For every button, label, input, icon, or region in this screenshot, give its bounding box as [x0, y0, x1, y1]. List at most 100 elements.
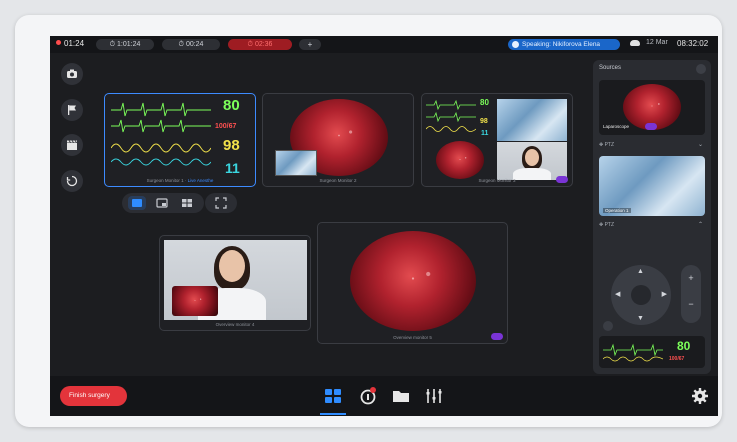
tile-1-label-text: Surgeon Monitor 1: [146, 178, 184, 183]
settings-gear-icon[interactable]: [690, 386, 710, 406]
ptz-row-1[interactable]: ✥ PTZ: [599, 142, 614, 148]
timer-2-value: 00:24: [185, 41, 204, 48]
clock: 08:32:02: [677, 39, 709, 48]
hr-value: 80: [223, 97, 240, 114]
tile3-hr: 80: [480, 98, 489, 107]
speaking-badge: Speaking: Nikiforova Elena: [508, 39, 620, 50]
tile-surgeon-monitor-1[interactable]: 80 100/67 98 11 Surgeon Monitor 1 · Live…: [104, 93, 256, 187]
chevron-up-icon[interactable]: ⌃: [698, 221, 703, 228]
source-laparoscope[interactable]: Laparoscope: [599, 80, 705, 135]
fullscreen-button[interactable]: [205, 193, 237, 213]
ptz-label-1: PTZ: [604, 142, 615, 148]
source-or-camera[interactable]: Operation 1: [599, 156, 705, 216]
tile3-resp: 11: [481, 130, 489, 137]
layout-pip-icon: [156, 198, 168, 208]
tile3-or-view: [497, 99, 567, 141]
large-scope-view: [350, 231, 476, 331]
tile-3-label: Surgeon Monitor 3: [478, 178, 516, 183]
replay-tool-button[interactable]: [61, 170, 83, 192]
ptz-dpad[interactable]: ▲ ▼ ◀ ▶: [611, 265, 671, 325]
sources-add-icon[interactable]: [358, 386, 378, 406]
timer-3[interactable]: ⏱ 02:36: [228, 39, 292, 50]
sources-panel: Sources Laparoscope ✥ PTZ ⌄ Operation 1 …: [593, 60, 711, 374]
arrow-left-icon[interactable]: ◀: [615, 290, 620, 298]
flag-tool-button[interactable]: [61, 99, 83, 121]
arrow-down-icon[interactable]: ▼: [637, 315, 644, 322]
or-camera-pip: [275, 150, 317, 176]
arrow-right-icon[interactable]: ▶: [662, 290, 667, 298]
tile-3-tag: [556, 176, 568, 183]
layout-single-button[interactable]: [128, 196, 146, 210]
source-bp: 100/67: [669, 356, 685, 362]
zoom-control[interactable]: + −: [681, 265, 701, 323]
clapperboard-icon: [67, 140, 77, 150]
source-camera-label: Operation 1: [603, 208, 631, 213]
surgery-screen: 01:24 ⏱ 1:01:24 ⏱ 00:24 ⏱ 02:36 + Speaki…: [50, 36, 718, 416]
timer-2[interactable]: ⏱ 00:24: [162, 39, 220, 50]
recording-time: 01:24: [64, 39, 85, 48]
layout-single-icon: [132, 199, 142, 207]
layout-grid-icon: [182, 199, 192, 207]
zoom-out-icon[interactable]: −: [681, 297, 701, 311]
bottom-bar: Finish surgery: [50, 376, 718, 416]
date: 12 Mar: [646, 39, 668, 46]
bp-value: 100/67: [215, 123, 237, 130]
tile-1-extra: Live Anesthe: [187, 178, 214, 183]
ptz-center-button[interactable]: [631, 285, 651, 305]
tile-2-label: Surgeon Monitor 2: [319, 178, 357, 183]
layout-pip-button[interactable]: [153, 196, 171, 210]
grid-view-icon[interactable]: [323, 386, 343, 406]
mini-waveforms: [426, 99, 476, 132]
home-icon[interactable]: [603, 321, 613, 331]
mic-icon: [512, 41, 519, 48]
active-view-indicator: [320, 413, 346, 415]
timer-1[interactable]: ⏱ 1:01:24: [96, 39, 154, 50]
source-waveform: [603, 343, 663, 362]
folder-icon[interactable]: [391, 386, 411, 406]
source-vitals[interactable]: 80 100/67: [599, 336, 705, 368]
tile-1-label: Surgeon Monitor 1 · Live Anesthe: [146, 178, 214, 183]
sources-menu-button[interactable]: [696, 64, 706, 74]
cloud-icon: [630, 40, 640, 46]
layout-grid-button[interactable]: [178, 196, 196, 210]
ptz-label-2: PTZ: [604, 222, 615, 228]
fullscreen-icon: [215, 197, 227, 209]
status-bar: 01:24 ⏱ 1:01:24 ⏱ 00:24 ⏱ 02:36 + Speaki…: [50, 36, 718, 53]
tile-4-label: Overview monitor 4: [215, 322, 255, 327]
source-laparoscope-label: Laparoscope: [603, 124, 630, 129]
timer-1-value: 1:01:24: [117, 41, 141, 48]
sources-title: Sources: [599, 65, 622, 71]
zoom-in-icon[interactable]: +: [681, 271, 701, 285]
tile-5-tag: [491, 333, 503, 340]
clapper-tool-button[interactable]: [61, 134, 83, 156]
speaking-text: Speaking: Nikiforova Elena: [522, 41, 601, 48]
finish-surgery-button[interactable]: Finish surgery: [60, 386, 127, 406]
recording-indicator: 01:24: [56, 39, 84, 48]
resp-value: 11: [225, 160, 240, 176]
tile3-scope-view: [436, 141, 484, 179]
tile3-spo2: 98: [480, 118, 488, 125]
camera-icon: [67, 69, 77, 78]
record-dot-icon: [56, 40, 61, 45]
spo2-value: 98: [223, 137, 240, 154]
flag-icon: [68, 105, 76, 115]
tile-surgeon-monitor-3[interactable]: 80 98 11 Surgeon Monitor 3: [421, 93, 573, 187]
timer-3-value: 02:36: [254, 41, 273, 48]
source-hr: 80: [677, 339, 691, 353]
vitals-waveforms: [111, 102, 211, 166]
replay-icon: [66, 175, 78, 187]
doctor-scope-pip: [172, 286, 218, 316]
source-tag: [645, 123, 657, 130]
tile-5-label: Overview monitor 5: [393, 335, 432, 340]
tile3-doctor-view: [497, 142, 567, 180]
layout-switcher: [122, 193, 204, 213]
tile-overview-monitor-4[interactable]: Overview monitor 4: [159, 235, 311, 331]
tile-overview-monitor-5[interactable]: Overview monitor 5: [317, 222, 508, 344]
add-timer-button[interactable]: +: [299, 39, 321, 50]
chevron-down-icon[interactable]: ⌄: [698, 141, 703, 148]
camera-tool-button[interactable]: [61, 63, 83, 85]
arrow-up-icon[interactable]: ▲: [637, 268, 644, 275]
tile-surgeon-monitor-2[interactable]: Surgeon Monitor 2: [262, 93, 414, 187]
mixer-icon[interactable]: [424, 386, 444, 406]
ptz-row-2[interactable]: ✥ PTZ: [599, 222, 614, 228]
